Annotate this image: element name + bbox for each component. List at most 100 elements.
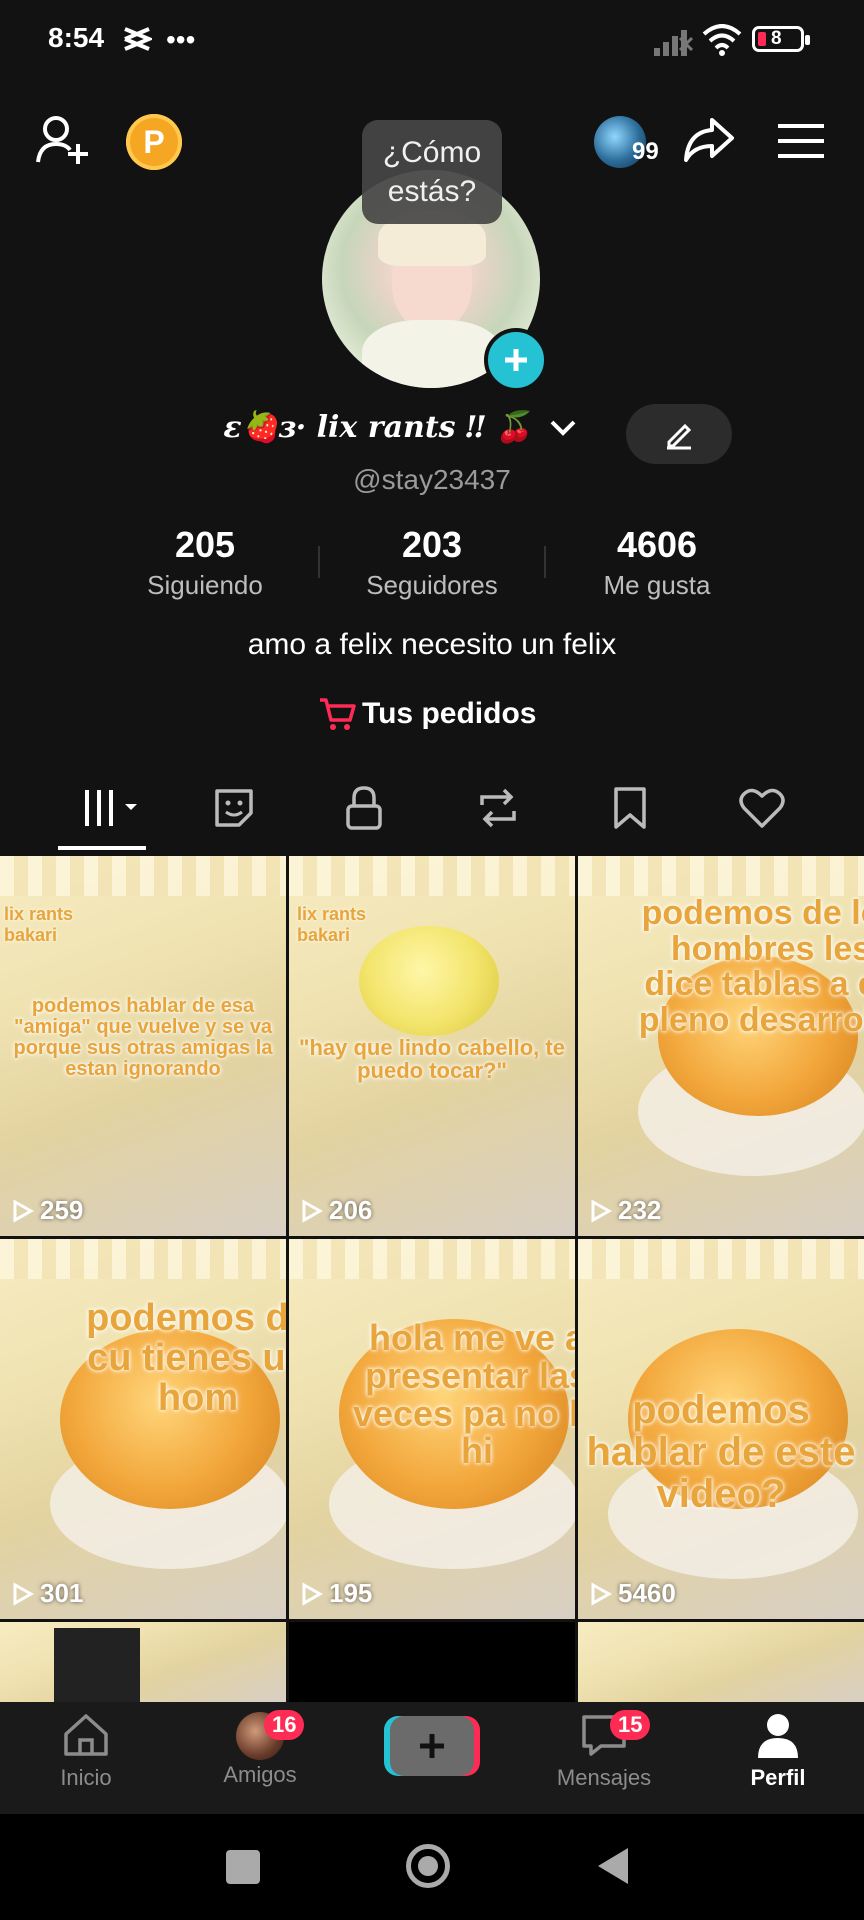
video-thumbnail[interactable]: podemos de los hombres les dice tablas a… — [578, 856, 864, 1236]
battery-level: 8 — [771, 28, 782, 49]
username: @stay23437 — [353, 464, 511, 495]
person-icon — [758, 1714, 798, 1758]
home-button[interactable] — [406, 1844, 450, 1888]
create-button[interactable] — [384, 1716, 480, 1776]
recents-button[interactable] — [226, 1850, 260, 1884]
orders-link[interactable]: Tus pedidos — [318, 696, 536, 732]
video-caption: podemos hablar de este video? — [586, 1388, 856, 1516]
video-caption: hola me ve a presentar las veces pa no l… — [352, 1317, 575, 1472]
status-tooltip-text: ¿Cómo estás? — [382, 136, 482, 208]
video-thumbnail[interactable]: podemos hablar de este video? 5460 — [578, 1239, 864, 1619]
play-icon — [302, 1581, 323, 1606]
video-thumbnail[interactable]: hola me ve a presentar las veces pa no l… — [289, 1239, 575, 1619]
lace-decoration — [578, 1239, 864, 1279]
stat-divider — [544, 546, 546, 578]
video-thumbnail[interactable] — [289, 1622, 575, 1702]
video-caption: podemos hablar de esa "amiga" que vuelve… — [13, 995, 273, 1080]
add-story-button[interactable] — [484, 328, 548, 392]
lace-decoration — [289, 856, 575, 896]
video-thumbnail[interactable]: lix rants bakari podemos hablar de esa "… — [0, 856, 286, 1236]
nav-label: Mensajes — [556, 1765, 652, 1790]
play-icon — [302, 1198, 323, 1223]
messages-badge: 15 — [610, 1710, 651, 1740]
tab-private[interactable] — [334, 780, 394, 836]
video-caption: podemos de cu tienes un hom — [86, 1297, 286, 1419]
menu-button[interactable] — [778, 122, 824, 165]
stat-label: Siguiendo — [147, 570, 263, 600]
play-icon — [13, 1198, 34, 1223]
video-thumbnail[interactable]: podemos de cu tienes un hom 301 — [0, 1239, 286, 1619]
video-thumbnail[interactable]: lix rants bakari "hay que lindo cabello,… — [289, 856, 575, 1236]
view-count: 195 — [301, 1578, 372, 1609]
tab-reposts[interactable] — [468, 780, 528, 836]
friends-badge: 16 — [264, 1710, 305, 1740]
nav-label: Inicio — [60, 1765, 112, 1790]
stat-following[interactable]: 205 Siguiendo — [110, 524, 300, 601]
view-count-value: 195 — [329, 1578, 373, 1608]
lock-icon — [346, 786, 382, 830]
view-count-value: 232 — [618, 1195, 662, 1225]
view-count-value: 206 — [329, 1195, 373, 1225]
video-thumbnail[interactable] — [578, 1622, 864, 1702]
back-button[interactable] — [596, 1846, 630, 1891]
coin-label: P — [143, 123, 165, 160]
view-count: 232 — [590, 1195, 661, 1226]
view-count-value: 301 — [40, 1578, 84, 1608]
view-count: 5460 — [590, 1578, 676, 1609]
stat-divider — [318, 546, 320, 578]
coin-button[interactable]: P — [126, 114, 182, 170]
status-tooltip[interactable]: ¿Cómo estás? — [362, 120, 502, 224]
lace-decoration — [0, 856, 286, 896]
play-icon — [591, 1198, 612, 1223]
orders-label: Tus pedidos — [362, 697, 537, 730]
add-friend-button[interactable] — [36, 114, 92, 171]
tab-liked[interactable] — [732, 780, 792, 836]
stat-value: 203 — [401, 524, 463, 565]
lace-decoration — [289, 1239, 575, 1279]
sticker-icon — [215, 789, 253, 827]
nav-profile[interactable]: Perfil — [718, 1712, 838, 1791]
grid-icon — [85, 790, 137, 826]
stat-value: 4606 — [616, 524, 698, 565]
heart-icon — [739, 788, 785, 828]
cart-icon — [320, 698, 356, 730]
nav-label: Amigos — [223, 1762, 297, 1787]
home-icon — [64, 1714, 108, 1756]
battery-icon: 8 — [752, 26, 810, 52]
tab-stickers[interactable] — [204, 780, 264, 836]
back-triangle-icon — [598, 1848, 628, 1884]
display-name[interactable]: ɛ🍓ɜ· 𝒍𝒊𝒙 𝒓𝒂𝒏𝒕𝒔 ‼ 🍒 — [200, 410, 600, 445]
video-caption: podemos de los hombres les dice tablas a… — [638, 894, 864, 1040]
video-tag: lix rants bakari — [297, 904, 367, 945]
play-icon — [13, 1581, 34, 1606]
video-thumbnail[interactable] — [0, 1622, 286, 1702]
view-count: 301 — [12, 1578, 83, 1609]
chevron-down-icon — [550, 420, 576, 436]
plus-icon — [420, 1734, 444, 1758]
display-name-text: ɛ🍓ɜ· 𝒍𝒊𝒙 𝒓𝒂𝒏𝒕𝒔 ‼ 🍒 — [223, 410, 533, 445]
capcut-icon — [122, 26, 155, 57]
stat-followers[interactable]: 203 Seguidores — [336, 524, 528, 601]
tab-videos[interactable] — [74, 780, 150, 836]
bio: amo a felix necesito un felix — [247, 628, 617, 661]
bookmark-icon — [614, 787, 646, 829]
play-icon — [591, 1581, 612, 1606]
friends-count-badge: 99 — [632, 138, 659, 165]
signal-icon — [654, 28, 694, 61]
lace-decoration — [0, 1239, 286, 1279]
share-button[interactable] — [682, 116, 736, 169]
view-count: 206 — [301, 1195, 372, 1226]
more-dots-icon: ••• — [166, 24, 196, 55]
video-caption: "hay que lindo cabello, te puedo tocar?" — [299, 1035, 565, 1084]
stat-label: Seguidores — [366, 570, 498, 600]
stat-likes[interactable]: 4606 Me gusta — [562, 524, 752, 601]
stat-value: 205 — [174, 524, 236, 565]
tab-favorites[interactable] — [600, 780, 660, 836]
screenshot-inset — [54, 1628, 140, 1702]
nav-home[interactable]: Inicio — [26, 1712, 146, 1791]
view-count-value: 5460 — [618, 1578, 676, 1608]
edit-profile-button[interactable] — [626, 404, 732, 464]
view-count-value: 259 — [40, 1195, 84, 1225]
video-tag: lix rants bakari — [4, 904, 74, 945]
pencil-icon — [667, 423, 692, 450]
